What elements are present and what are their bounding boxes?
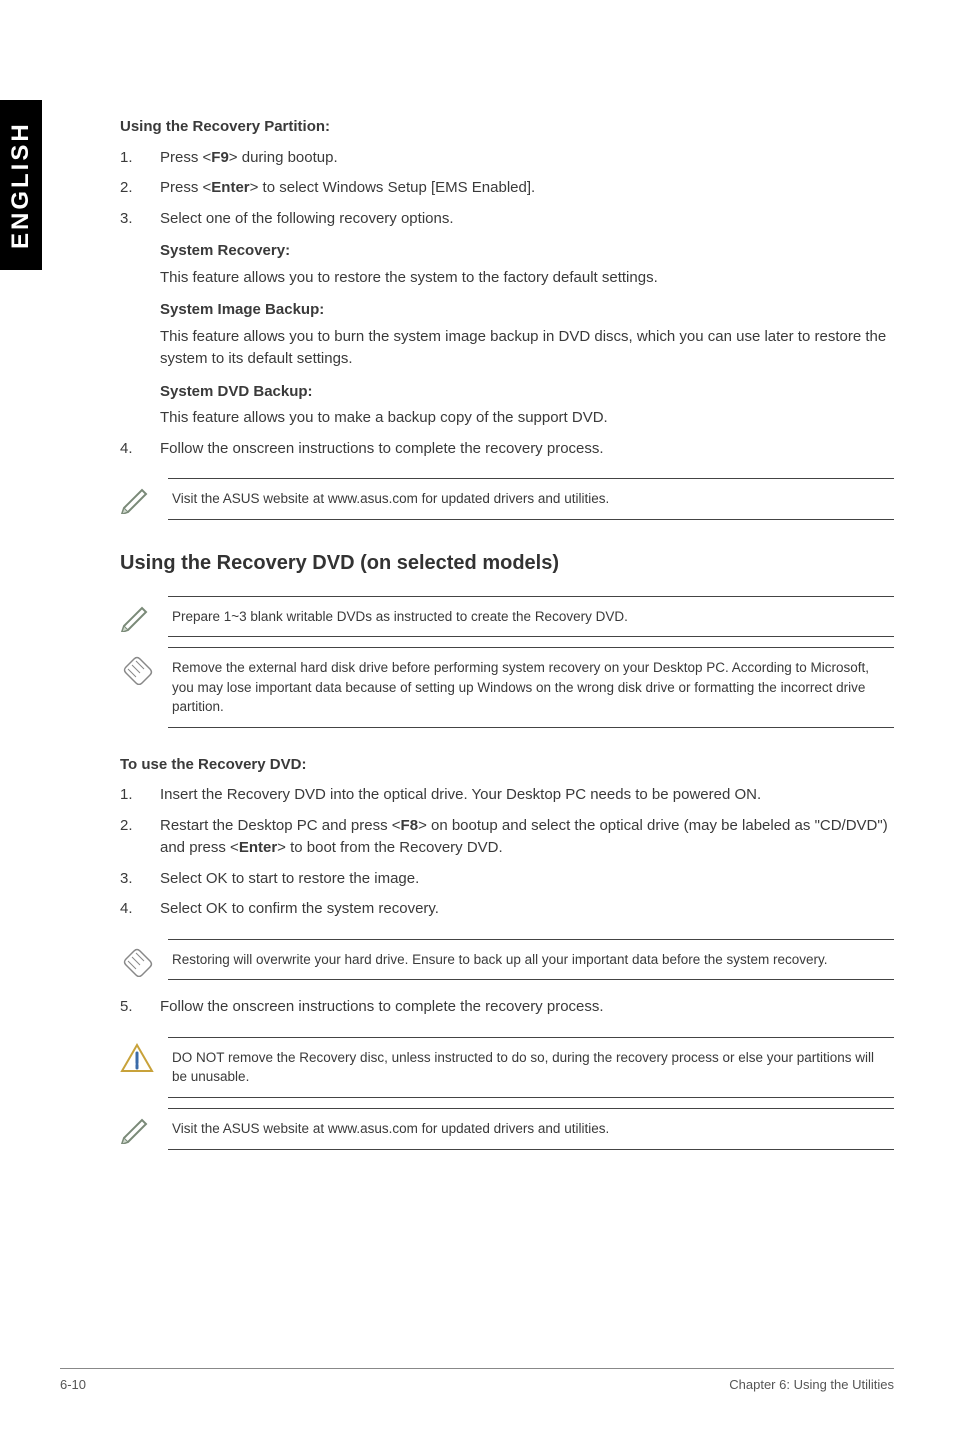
dvd-step-3: 3. Select OK to start to restore the ima… (120, 868, 894, 891)
note-text: Restoring will overwrite your hard drive… (168, 939, 894, 981)
step-body: Select one of the following recovery opt… (160, 208, 894, 430)
note-text: Remove the external hard disk drive befo… (168, 647, 894, 728)
step-3: 3. Select one of the following recovery … (120, 208, 894, 430)
pencil-icon (120, 596, 168, 632)
pencil-icon (120, 478, 168, 514)
step-4: 4. Follow the onscreen instructions to c… (120, 438, 894, 461)
step-number: 2. (120, 815, 160, 860)
hand-icon (120, 939, 168, 977)
text: > to select Windows Setup [EMS Enabled]. (250, 179, 536, 196)
step-1: 1. Press <F9> during bootup. (120, 147, 894, 170)
image-backup-block: System Image Backup: This feature allows… (160, 299, 894, 371)
system-recovery-body: This feature allows you to restore the s… (160, 267, 894, 290)
note-text: Visit the ASUS website at www.asus.com f… (168, 478, 894, 520)
step-number: 5. (120, 996, 160, 1019)
key-f8: F8 (401, 817, 419, 834)
system-recovery-block: System Recovery: This feature allows you… (160, 240, 894, 289)
step-number: 4. (120, 898, 160, 921)
text: Press < (160, 179, 211, 196)
pencil-icon (120, 1108, 168, 1144)
system-recovery-title: System Recovery: (160, 240, 894, 263)
key-enter: Enter (211, 179, 249, 196)
recovery-dvd-heading: Using the Recovery DVD (on selected mode… (120, 548, 894, 578)
partition-heading: Using the Recovery Partition: (120, 116, 894, 139)
key-f9: F9 (211, 149, 229, 166)
hand-icon (120, 647, 168, 685)
to-use-recovery-dvd: To use the Recovery DVD: (120, 754, 894, 777)
dvd-step-2: 2. Restart the Desktop PC and press <F8>… (120, 815, 894, 860)
text: > to boot from the Recovery DVD. (277, 839, 503, 856)
step-body: Press <Enter> to select Windows Setup [E… (160, 177, 894, 200)
dvd-step-4: 4. Select OK to confirm the system recov… (120, 898, 894, 921)
step-body: Select OK to start to restore the image. (160, 868, 894, 891)
note-text: Visit the ASUS website at www.asus.com f… (168, 1108, 894, 1150)
step-body: Follow the onscreen instructions to comp… (160, 996, 894, 1019)
step-number: 2. (120, 177, 160, 200)
dvd-step-1: 1. Insert the Recovery DVD into the opti… (120, 784, 894, 807)
note-text: DO NOT remove the Recovery disc, unless … (168, 1037, 894, 1098)
step-body: Press <F9> during bootup. (160, 147, 894, 170)
page-footer: 6-10 Chapter 6: Using the Utilities (60, 1368, 894, 1392)
page-number: 6-10 (60, 1377, 86, 1392)
note-restoring-overwrite: Restoring will overwrite your hard drive… (120, 939, 894, 981)
step-body: Select OK to confirm the system recovery… (160, 898, 894, 921)
text: > during bootup. (229, 149, 338, 166)
dvd-backup-block: System DVD Backup: This feature allows y… (160, 381, 894, 430)
step-body: Insert the Recovery DVD into the optical… (160, 784, 894, 807)
note-do-not-remove: DO NOT remove the Recovery disc, unless … (120, 1037, 894, 1098)
page-content: Using the Recovery Partition: 1. Press <… (120, 116, 894, 1150)
text: Select one of the following recovery opt… (160, 208, 894, 231)
warning-icon (120, 1037, 168, 1073)
step-number: 3. (120, 208, 160, 430)
note-info: Visit the ASUS website at www.asus.com f… (120, 478, 894, 520)
dvd-backup-body: This feature allows you to make a backup… (160, 407, 894, 430)
dvd-step-5: 5. Follow the onscreen instructions to c… (120, 996, 894, 1019)
text: Press < (160, 149, 211, 166)
dvd-backup-title: System DVD Backup: (160, 381, 894, 404)
step-number: 1. (120, 784, 160, 807)
note-remove-hdd: Remove the external hard disk drive befo… (120, 647, 894, 728)
image-backup-title: System Image Backup: (160, 299, 894, 322)
step-body: Restart the Desktop PC and press <F8> on… (160, 815, 894, 860)
note-visit-asus: Visit the ASUS website at www.asus.com f… (120, 1108, 894, 1150)
chapter-title: Chapter 6: Using the Utilities (729, 1377, 894, 1392)
step-body: Follow the onscreen instructions to comp… (160, 438, 894, 461)
language-tab: ENGLISH (0, 100, 42, 270)
step-number: 1. (120, 147, 160, 170)
note-text: Prepare 1~3 blank writable DVDs as instr… (168, 596, 894, 638)
text: Restart the Desktop PC and press < (160, 817, 401, 834)
step-2: 2. Press <Enter> to select Windows Setup… (120, 177, 894, 200)
key-enter: Enter (239, 839, 277, 856)
image-backup-body: This feature allows you to burn the syst… (160, 326, 894, 371)
step-number: 3. (120, 868, 160, 891)
step-number: 4. (120, 438, 160, 461)
note-prepare-dvds: Prepare 1~3 blank writable DVDs as instr… (120, 596, 894, 638)
